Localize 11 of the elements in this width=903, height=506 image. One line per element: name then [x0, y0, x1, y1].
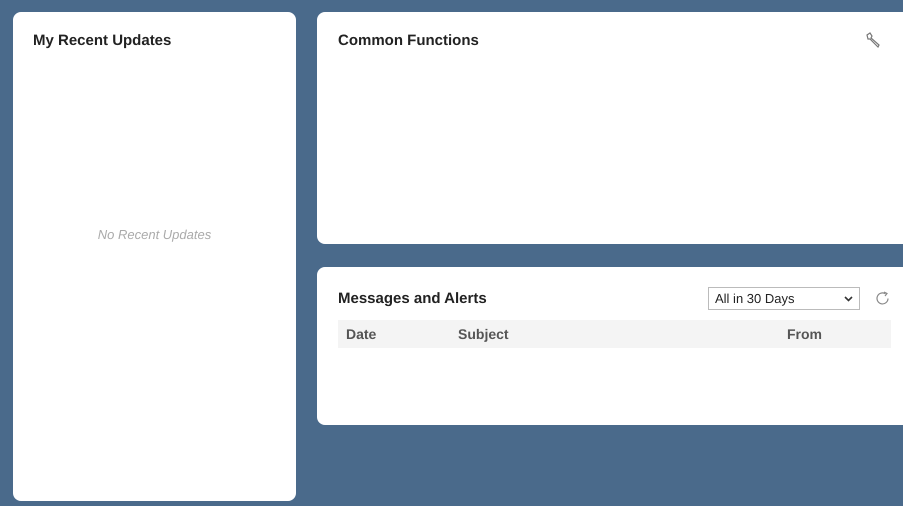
column-header[interactable]: Date [346, 326, 458, 342]
chevron-icon [844, 296, 853, 302]
column-header[interactable]: Subject [458, 326, 787, 342]
empty-message: No Recent Updates [98, 227, 212, 242]
column-header[interactable]: From [787, 326, 883, 342]
refresh-icon[interactable] [874, 290, 891, 307]
panel-title: Messages and Alerts [338, 290, 488, 307]
filter-dropdown[interactable]: All in 30 Days [708, 287, 860, 310]
panel-title: My Recent Updates [33, 32, 172, 49]
wrench-icon[interactable] [865, 32, 881, 48]
panel-title: Common Functions [338, 32, 479, 49]
